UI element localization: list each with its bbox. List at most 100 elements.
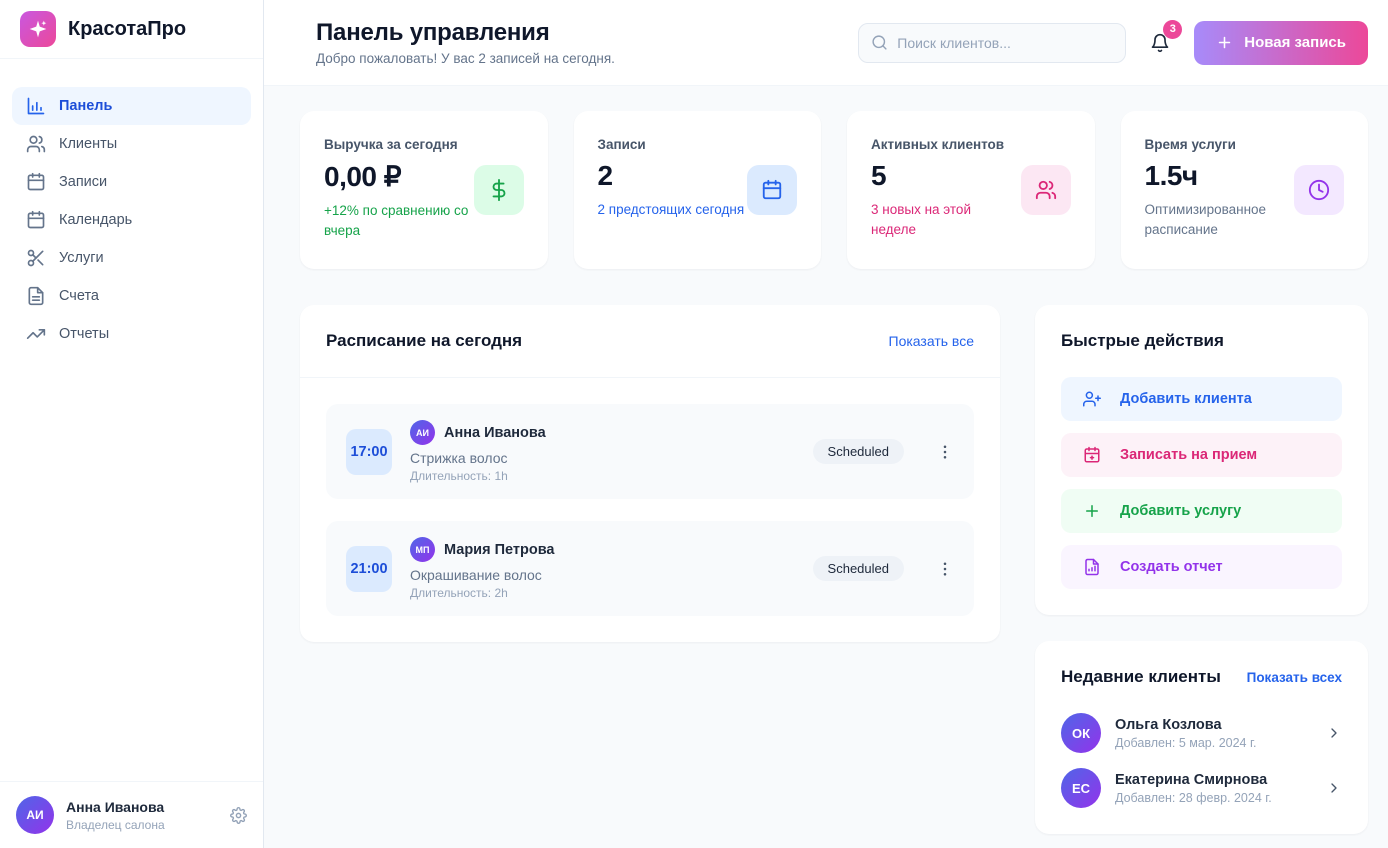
chevron-right-icon — [1326, 780, 1342, 796]
app-logo: КрасотаПро — [0, 0, 263, 59]
sidebar-item-label: Панель — [59, 98, 113, 114]
sidebar-item-services[interactable]: Услуги — [12, 239, 251, 277]
sidebar-item-dashboard[interactable]: Панель — [12, 87, 251, 125]
sidebar-user: АИ Анна Иванова Владелец салона — [0, 781, 263, 848]
sidebar: КрасотаПро Панель Клиенты Записи Календа… — [0, 0, 264, 848]
search-input[interactable] — [897, 34, 1114, 51]
client-added-date: Добавлен: 28 февр. 2024 г. — [1115, 790, 1272, 805]
sidebar-item-appointments[interactable]: Записи — [12, 163, 251, 201]
appointment-menu-button[interactable] — [936, 443, 954, 461]
sidebar-item-label: Записи — [59, 174, 108, 190]
page-header: Панель управления Добро пожаловать! У ва… — [264, 0, 1388, 86]
file-text-icon — [26, 286, 46, 306]
sidebar-item-invoices[interactable]: Счета — [12, 277, 251, 315]
stat-card-revenue: Выручка за сегодня 0,00 ₽ +12% по сравне… — [300, 111, 548, 269]
bar-chart-icon — [26, 96, 46, 116]
clock-icon — [1294, 165, 1344, 215]
quick-action-label: Добавить услугу — [1120, 503, 1242, 519]
sparkles-icon — [20, 11, 56, 47]
quick-actions-panel: Быстрые действия Добавить клиента Записа… — [1035, 305, 1368, 615]
schedule-panel: Расписание на сегодня Показать все 17:00… — [300, 305, 1000, 642]
stat-label: Выручка за сегодня — [324, 137, 458, 152]
stat-sub: Оптимизированное расписание — [1144, 202, 1267, 237]
recent-clients-show-all-link[interactable]: Показать всех — [1247, 670, 1342, 685]
stat-label: Время услуги — [1144, 137, 1236, 152]
stats-grid: Выручка за сегодня 0,00 ₽ +12% по сравне… — [300, 111, 1368, 269]
client-added-date: Добавлен: 5 мар. 2024 г. — [1115, 735, 1257, 750]
search-icon — [871, 34, 888, 51]
create-report-button[interactable]: Создать отчет — [1061, 545, 1342, 589]
quick-action-label: Добавить клиента — [1120, 391, 1252, 407]
main-area: Панель управления Добро пожаловать! У ва… — [264, 0, 1388, 848]
app-title: КрасотаПро — [68, 17, 187, 40]
appointment-client: Анна Иванова — [444, 424, 546, 441]
stat-card-service-time: Время услуги 1.5ч Оптимизированное распи… — [1120, 111, 1368, 269]
schedule-show-all-link[interactable]: Показать все — [889, 333, 974, 349]
appointment-duration: Длительность: 1h — [410, 469, 508, 483]
avatar: АИ — [16, 796, 54, 834]
stat-card-active-clients: Активных клиентов 5 3 новых на этой неде… — [847, 111, 1095, 269]
search-box — [858, 22, 1127, 63]
avatar: АИ — [410, 420, 435, 445]
sidebar-item-label: Клиенты — [59, 136, 118, 152]
appointment-service: Стрижка волос — [410, 450, 508, 466]
right-column: Быстрые действия Добавить клиента Записа… — [1035, 305, 1368, 834]
users-icon — [1020, 165, 1071, 215]
file-chart-icon — [1083, 558, 1101, 576]
sidebar-item-reports[interactable]: Отчеты — [12, 315, 251, 353]
stat-sub: 2 предстоящих сегодня — [597, 202, 745, 217]
stat-value: 2 — [597, 160, 614, 191]
client-list-item[interactable]: ОК Ольга Козлова Добавлен: 5 мар. 2024 г… — [1061, 713, 1342, 753]
client-list-item[interactable]: ЕС Екатерина Смирнова Добавлен: 28 февр.… — [1061, 768, 1342, 808]
stat-label: Записи — [597, 137, 646, 152]
status-badge: Scheduled — [812, 556, 904, 581]
settings-button[interactable] — [230, 806, 247, 824]
trending-up-icon — [26, 324, 46, 344]
avatar: МП — [410, 537, 435, 562]
add-service-button[interactable]: Добавить услугу — [1061, 489, 1342, 533]
notification-badge: 3 — [1163, 19, 1183, 39]
stat-value: 1.5ч — [1144, 160, 1199, 191]
new-record-button[interactable]: Новая запись — [1194, 20, 1368, 65]
sidebar-item-label: Услуги — [59, 250, 104, 266]
appointment-duration: Длительность: 2h — [410, 586, 508, 600]
plus-icon — [1216, 34, 1233, 51]
sidebar-item-calendar[interactable]: Календарь — [12, 201, 251, 239]
gear-icon — [230, 806, 247, 824]
stat-card-appointments: Записи 2 2 предстоящих сегодня — [573, 111, 821, 269]
user-plus-icon — [1083, 390, 1101, 408]
add-client-button[interactable]: Добавить клиента — [1061, 377, 1342, 421]
app-window: КрасотаПро Панель Клиенты Записи Календа… — [0, 0, 1388, 848]
appointment-menu-button[interactable] — [936, 560, 954, 578]
notifications-button[interactable]: 3 — [1148, 19, 1183, 55]
sidebar-item-label: Счета — [59, 288, 99, 304]
appointment-time: 21:00 — [346, 545, 392, 592]
chevron-right-icon — [1326, 725, 1342, 741]
avatar: ЕС — [1061, 768, 1101, 808]
client-name: Екатерина Смирнова — [1115, 771, 1268, 788]
quick-action-label: Записать на прием — [1120, 447, 1258, 463]
status-badge: Scheduled — [812, 439, 904, 464]
book-appointment-button[interactable]: Записать на прием — [1061, 433, 1342, 477]
more-vertical-icon — [936, 560, 954, 578]
calendar-icon — [747, 165, 797, 215]
stat-value: 5 — [871, 160, 887, 191]
appointment-client: Мария Петрова — [444, 541, 555, 558]
user-role: Владелец салона — [66, 817, 165, 832]
avatar: ОК — [1061, 713, 1101, 753]
appointment-time: 17:00 — [346, 428, 392, 475]
content: Выручка за сегодня 0,00 ₽ +12% по сравне… — [264, 86, 1388, 848]
stat-sub: +12% по сравнению со вчера — [324, 203, 469, 238]
user-name: Анна Иванова — [66, 798, 165, 815]
page-title: Панель управления — [316, 19, 550, 46]
page-subtitle: Добро пожаловать! У вас 2 записей на сег… — [316, 51, 615, 66]
users-icon — [26, 134, 46, 154]
schedule-title: Расписание на сегодня — [326, 331, 523, 350]
sidebar-nav: Панель Клиенты Записи Календарь Услуги С… — [0, 59, 263, 781]
stat-label: Активных клиентов — [871, 137, 1005, 152]
sidebar-item-clients[interactable]: Клиенты — [12, 125, 251, 163]
new-record-label: Новая запись — [1244, 34, 1346, 51]
more-vertical-icon — [936, 443, 954, 461]
calendar-plus-icon — [1083, 446, 1101, 464]
client-name: Ольга Козлова — [1115, 716, 1222, 733]
